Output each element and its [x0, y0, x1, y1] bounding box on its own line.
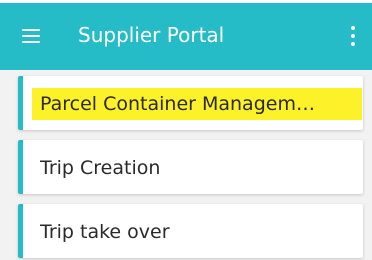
list-item-trip-take-over[interactable]: Trip take over [18, 204, 363, 258]
card-accent-bar [18, 76, 23, 130]
menu-list: Parcel Container Managem… Trip Creation … [0, 70, 372, 260]
card-accent-bar [18, 140, 23, 194]
list-item-trip-creation[interactable]: Trip Creation [18, 140, 363, 194]
list-item-label: Parcel Container Managem… [40, 93, 315, 115]
app-title: Supplier Portal [78, 23, 225, 47]
menu-line-1 [22, 29, 40, 31]
list-item-label: Trip Creation [40, 157, 161, 179]
list-item-parcel-container-management[interactable]: Parcel Container Managem… [18, 76, 363, 130]
kebab-menu-icon[interactable] [350, 25, 356, 47]
card-accent-bar [18, 204, 23, 258]
kebab-dot-2 [351, 34, 355, 38]
list-item-label: Trip take over [40, 221, 170, 243]
app-bar: Supplier Portal [0, 3, 372, 70]
menu-line-3 [22, 41, 40, 43]
menu-line-2 [22, 35, 40, 37]
hamburger-menu-icon[interactable] [22, 29, 40, 43]
kebab-dot-1 [351, 26, 355, 30]
kebab-dot-3 [351, 42, 355, 46]
